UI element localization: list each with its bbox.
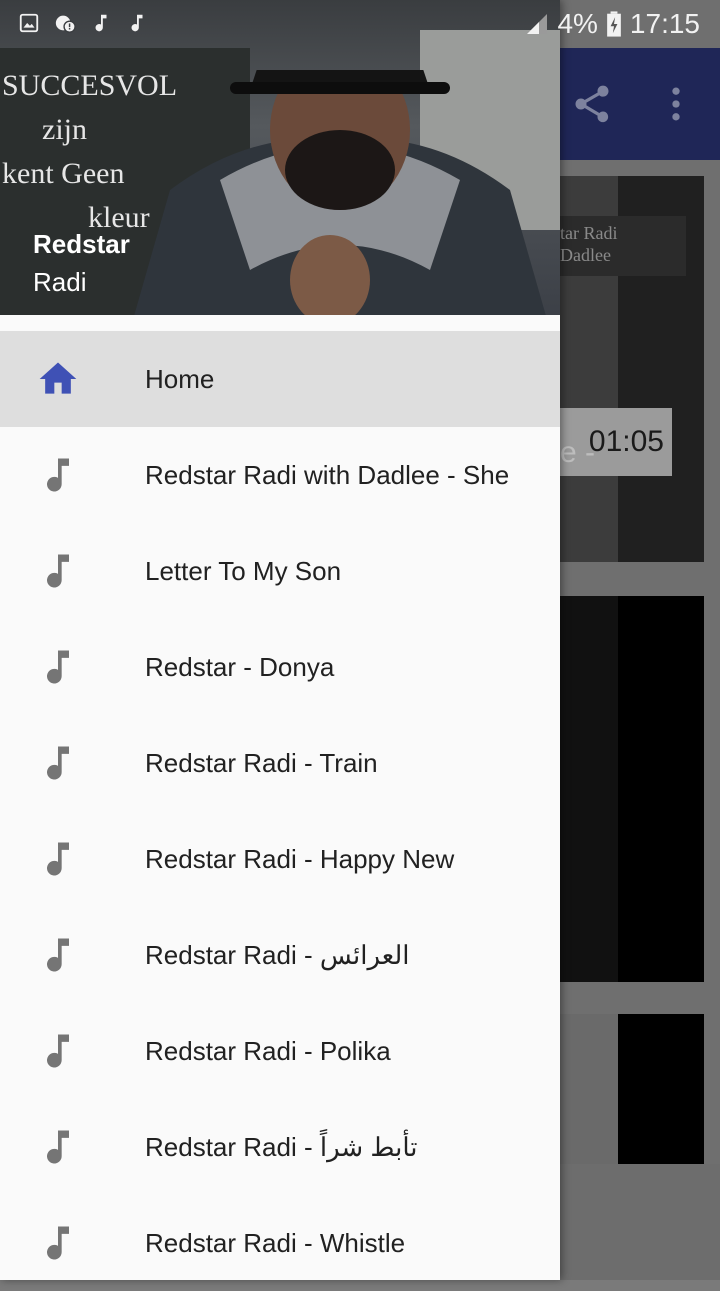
- music-note-icon: [95, 14, 107, 32]
- image-icon: [19, 13, 39, 33]
- music-note-icon: [131, 14, 143, 32]
- card-sign-text: tar Radi Dadlee: [560, 216, 686, 276]
- menu-item-label: Letter To My Son: [145, 556, 342, 586]
- music-note-icon: [47, 1130, 69, 1164]
- menu-item-song[interactable]: Redstar Radi - تأبط شراً: [0, 1099, 560, 1195]
- menu-item-song[interactable]: Redstar Radi - Whistle: [0, 1195, 560, 1291]
- drawer-menu: Home Redstar Radi with Dadlee - She Lett…: [0, 331, 560, 1291]
- drawer-header-subtitle: Radi: [33, 267, 87, 297]
- music-note-icon: [47, 746, 69, 780]
- navigation-drawer: SUCCESVOL zijn kent Geen kleur Redstar R…: [0, 0, 560, 1280]
- signal-icon: [527, 14, 548, 34]
- menu-item-label: Redstar Radi - Whistle: [145, 1228, 406, 1258]
- alert-icon: [55, 15, 76, 33]
- status-bar: 4% 17:15: [0, 0, 720, 48]
- bottom-area: [560, 1164, 720, 1280]
- menu-item-label: Redstar - Donya: [145, 652, 335, 682]
- music-note-icon: [47, 458, 69, 492]
- menu-item-label: Home: [145, 364, 215, 394]
- menu-item-label: Redstar Radi - Train: [145, 748, 378, 778]
- artist-photo: [134, 70, 546, 315]
- menu-item-song[interactable]: Redstar Radi - Train: [0, 715, 560, 811]
- menu-item-song[interactable]: Redstar - Donya: [0, 619, 560, 715]
- menu-item-song[interactable]: Letter To My Son: [0, 523, 560, 619]
- drawer-header-title: Redstar: [33, 229, 130, 259]
- music-note-icon: [47, 554, 69, 588]
- menu-item-label: Redstar Radi - تأبط شراً: [145, 1132, 418, 1162]
- menu-item-label: Redstar Radi - Happy New: [145, 844, 455, 874]
- menu-item-label: Redstar Radi with Dadlee - She: [145, 460, 510, 490]
- music-note-icon: [47, 938, 69, 972]
- menu-item-song[interactable]: Redstar Radi with Dadlee - She: [0, 427, 560, 523]
- battery-percent: 4%: [557, 8, 598, 39]
- menu-item-song[interactable]: Redstar Radi - العرائس: [0, 907, 560, 1003]
- menu-item-song[interactable]: Redstar Radi - Happy New: [0, 811, 560, 907]
- music-note-icon: [47, 1034, 69, 1068]
- card-title-fragment: e -: [560, 436, 596, 469]
- menu-item-song[interactable]: Redstar Radi - Polika: [0, 1003, 560, 1099]
- more-vert-icon[interactable]: [654, 82, 698, 126]
- menu-item-label: Redstar Radi - العرائس: [145, 940, 410, 970]
- video-card[interactable]: tar Radi Dadlee 01:05 e -: [560, 176, 704, 562]
- menu-item-home[interactable]: Home: [0, 331, 560, 427]
- music-note-icon: [47, 842, 69, 876]
- video-card[interactable]: [560, 596, 704, 982]
- video-card[interactable]: [560, 1014, 704, 1164]
- music-note-icon: [47, 650, 69, 684]
- battery-charging-icon: [607, 11, 621, 37]
- music-note-icon: [47, 1226, 69, 1260]
- home-icon: [39, 362, 77, 394]
- share-icon[interactable]: [570, 82, 614, 126]
- clock: 17:15: [629, 8, 700, 39]
- menu-item-label: Redstar Radi - Polika: [145, 1036, 391, 1066]
